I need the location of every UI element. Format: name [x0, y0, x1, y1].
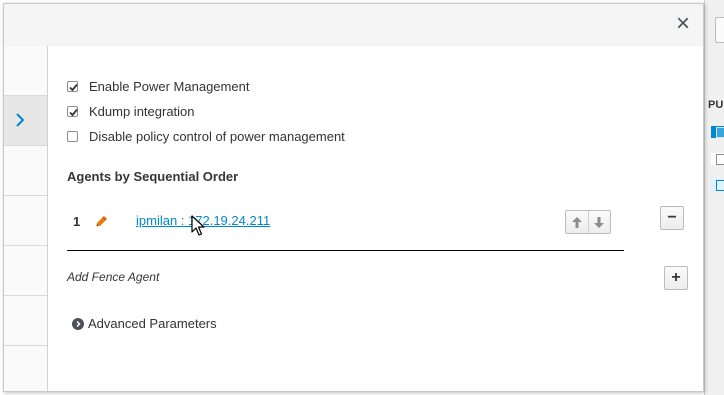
enable-power-management-row[interactable]: Enable Power Management [67, 77, 249, 95]
move-up-button[interactable] [566, 211, 588, 233]
agents-section-title: Agents by Sequential Order [67, 169, 239, 184]
arrow-up-icon [571, 216, 582, 228]
disable-policy-control-checkbox[interactable] [67, 130, 78, 142]
background-checkbox [716, 127, 724, 138]
kdump-integration-row[interactable]: Kdump integration [67, 102, 195, 120]
disable-policy-control-label: Disable policy control of power manageme… [89, 128, 345, 144]
power-management-dialog: × Enable Power Management Kdump integrat… [3, 3, 704, 392]
sidebar-tab[interactable] [4, 196, 47, 246]
dialog-sidebar [4, 46, 48, 391]
sidebar-tab-active[interactable] [4, 96, 47, 146]
background-checkbox [716, 154, 724, 165]
chevron-right-icon [16, 113, 25, 127]
kdump-integration-checkbox[interactable] [67, 105, 78, 117]
check-icon [69, 108, 78, 116]
dialog-header: × [4, 4, 703, 46]
reorder-buttons [565, 210, 611, 234]
sidebar-tab[interactable] [4, 46, 47, 96]
background-page: PU [704, 0, 724, 395]
sidebar-tab[interactable] [4, 296, 47, 346]
agent-order-number: 1 [73, 214, 81, 229]
enable-power-management-checkbox[interactable] [67, 80, 78, 92]
add-fence-agent-label: Add Fence Agent [67, 270, 160, 284]
kdump-integration-label: Kdump integration [89, 103, 195, 119]
mouse-cursor-icon [191, 215, 205, 236]
fence-agent-row: 1 ipmilan : 172.19.24.211 − [67, 206, 688, 238]
close-icon[interactable]: × [673, 12, 693, 36]
advanced-parameters-toggle[interactable]: Advanced Parameters [72, 316, 217, 331]
background-button [715, 17, 724, 43]
plus-icon: + [671, 269, 681, 286]
background-column-header: PU [708, 99, 724, 111]
check-icon [69, 83, 78, 91]
remove-agent-button[interactable]: − [660, 206, 684, 230]
dialog-content: Enable Power Management Kdump integratio… [67, 46, 688, 391]
move-down-button[interactable] [587, 211, 611, 233]
background-table-row [711, 153, 724, 165]
background-table-row [711, 179, 724, 191]
arrow-down-icon [594, 216, 605, 228]
add-fence-agent-button[interactable]: + [664, 266, 688, 290]
minus-icon: − [667, 209, 677, 226]
sidebar-tab[interactable] [4, 146, 47, 196]
advanced-parameters-label: Advanced Parameters [88, 316, 217, 331]
background-table-row [711, 126, 724, 138]
enable-power-management-label: Enable Power Management [89, 78, 250, 94]
sidebar-tab[interactable] [4, 246, 47, 296]
background-checkbox [716, 180, 724, 191]
agents-divider [67, 250, 624, 251]
expand-circle-icon [72, 317, 84, 330]
pencil-icon[interactable] [95, 214, 109, 228]
disable-policy-control-row[interactable]: Disable policy control of power manageme… [67, 127, 345, 145]
